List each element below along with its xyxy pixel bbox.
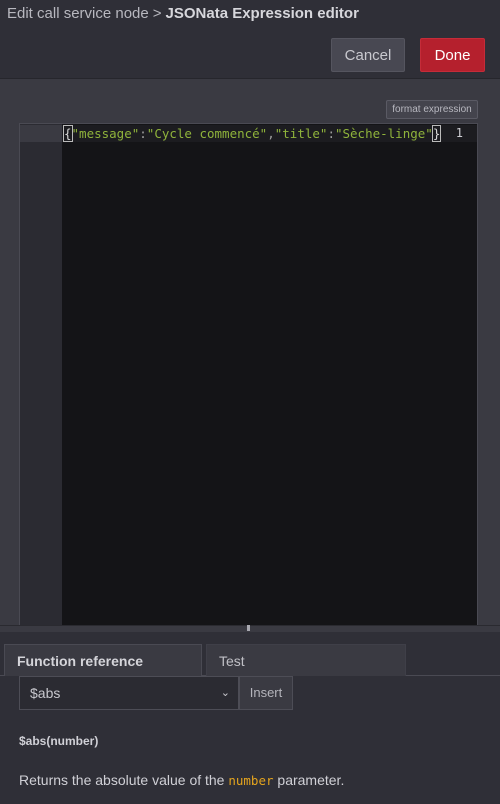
function-description: Returns the absolute value of the number…: [19, 772, 344, 788]
comma: ,: [267, 126, 275, 141]
page-title: JSONata Expression editor: [165, 5, 359, 22]
function-signature: $abs(number): [19, 734, 99, 748]
description-prefix: Returns the absolute value of the: [19, 772, 225, 788]
code-editor[interactable]: 1 {"message":"Cycle commencé","title":"S…: [19, 123, 478, 687]
breadcrumb-separator: >: [152, 5, 162, 22]
splitter-handle[interactable]: [247, 625, 250, 631]
breadcrumb-parent: Edit call service node: [7, 5, 149, 22]
function-select[interactable]: $abs ⌄: [19, 676, 239, 710]
json-key-message: "message": [71, 126, 140, 141]
tab-test[interactable]: Test: [206, 644, 406, 676]
description-suffix: parameter.: [277, 772, 345, 788]
insert-button[interactable]: Insert: [239, 676, 293, 710]
chevron-down-icon: ⌄: [220, 687, 230, 699]
line-gutter: [20, 124, 62, 686]
selected-function: $abs: [30, 685, 61, 701]
line-number: 1: [455, 126, 463, 140]
json-value-message: "Cycle commencé": [146, 126, 268, 141]
tab-bar: Function reference Test: [0, 632, 500, 676]
breadcrumb: Edit call service node > JSONata Expressio…: [7, 5, 359, 22]
done-button[interactable]: Done: [420, 38, 485, 72]
format-expression-button[interactable]: format expression: [386, 100, 478, 119]
json-key-title: "title": [274, 126, 328, 141]
cancel-button[interactable]: Cancel: [331, 38, 405, 72]
open-brace: {: [63, 125, 73, 142]
close-brace: }: [431, 125, 442, 142]
reference-panel: Function reference Test $abs ⌄ Insert $a…: [0, 632, 500, 804]
tab-function-reference[interactable]: Function reference: [4, 644, 202, 676]
editor-header: Edit call service node > JSONata Expressio…: [0, 0, 500, 79]
active-gutter-highlight: [20, 125, 62, 142]
expression-panel: format expression 1 {"message":"Cycle co…: [0, 79, 500, 687]
colon: :: [327, 126, 335, 141]
json-value-title: "Sèche-linge": [334, 126, 433, 141]
colon: :: [139, 126, 147, 141]
description-param: number: [228, 773, 274, 788]
code-line[interactable]: {"message":"Cycle commencé","title":"Sèc…: [63, 125, 442, 142]
